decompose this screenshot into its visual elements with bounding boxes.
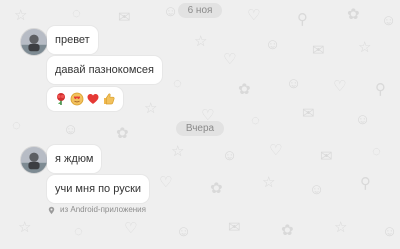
message-text: учи мня по руски [55, 183, 142, 195]
message-text: превет [55, 34, 90, 46]
sender-avatar[interactable] [20, 28, 48, 56]
date-separator-label: Вчера [175, 121, 225, 136]
message-bubble[interactable]: давай пазнокомсея [47, 56, 162, 84]
message-text: я ждюм [55, 153, 94, 165]
chat-area: ☆ ◌ ✉ ☺ ♡ ⚲ ✿ ☺ ☆ ♡ ☺ ✉ ☆ ◌ ✿ ☺ ♡ ⚲ ☆ ♡ … [0, 0, 400, 249]
date-separator: 6 ноя [0, 3, 400, 18]
message-text: давай пазнокомсея [55, 64, 154, 76]
face-with-hearts-emoji-icon [70, 92, 84, 106]
source-note-text: из Android-приложения [60, 205, 146, 214]
message-bubble[interactable]: превет [47, 26, 98, 54]
heart-emoji-icon [86, 92, 100, 106]
message-bubble[interactable]: я ждюм [47, 145, 102, 173]
emoji-message-bubble[interactable] [47, 87, 123, 111]
rose-emoji-icon [54, 92, 68, 106]
date-separator-label: 6 ноя [177, 3, 223, 18]
message-source: из Android-приложения [47, 205, 146, 215]
date-separator: Вчера [0, 121, 400, 136]
location-pin-icon [47, 206, 56, 215]
message-bubble[interactable]: учи мня по руски [47, 175, 150, 203]
sender-avatar[interactable] [20, 146, 48, 174]
thumbs-up-emoji-icon [102, 92, 116, 106]
